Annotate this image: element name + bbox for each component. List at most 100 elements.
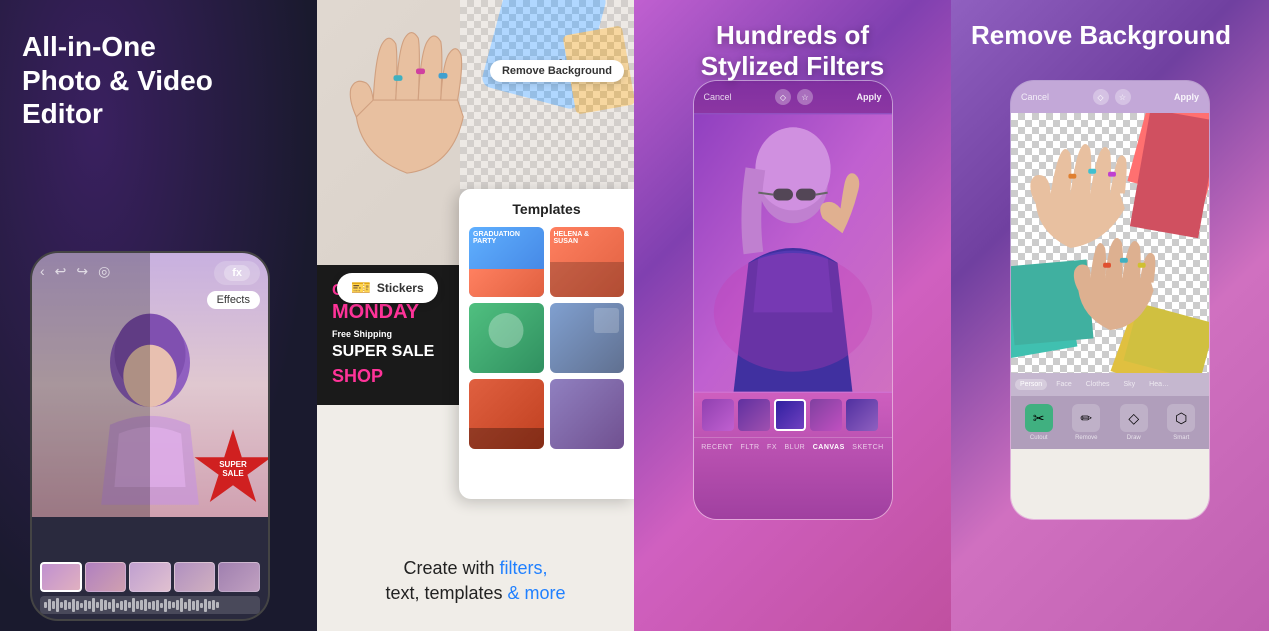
action-draw[interactable]: ◇ Draw: [1120, 404, 1148, 441]
panel4-diamond-icon[interactable]: ◇: [1093, 89, 1109, 105]
template-item[interactable]: [469, 379, 544, 449]
action-cutout[interactable]: ✂ Cutout: [1025, 404, 1053, 441]
waveform-bar: [128, 602, 131, 608]
filter-recent[interactable]: RECENT: [701, 444, 733, 451]
audio-waveform: [40, 596, 260, 614]
panel3-main-image: [694, 113, 892, 393]
waveform-bar: [68, 602, 71, 609]
panel4-phone-inner: Cancel ◇ ☆ Apply: [1011, 81, 1209, 519]
waveform-bar: [156, 600, 159, 611]
waveform-bar: [96, 602, 99, 608]
panel3-apply[interactable]: Apply: [856, 92, 881, 102]
cutout-label: Cutout: [1030, 435, 1048, 441]
filter-canvas[interactable]: CANVAS: [813, 444, 845, 451]
effects-label: Effects: [207, 291, 260, 309]
category-face[interactable]: Face: [1051, 379, 1077, 390]
panel-remove-bg: Remove Background Cancel ◇ ☆ Apply: [951, 0, 1269, 631]
filter-fx[interactable]: FX: [767, 444, 777, 451]
template-item[interactable]: [550, 379, 625, 449]
filter-blur[interactable]: BLUR: [785, 444, 806, 451]
panel4-apply[interactable]: Apply: [1174, 92, 1199, 102]
waveform-bar: [108, 602, 111, 609]
panel2-bottom-text: Create with filters, text, templates & m…: [317, 556, 634, 606]
category-hair[interactable]: Hea…: [1144, 379, 1174, 390]
panel4-action-bar: ✂ Cutout ✏ Remove ◇ Draw ⬡ Smart: [1011, 396, 1209, 449]
waveform-bar: [184, 602, 187, 609]
panel3-thumb[interactable]: [846, 399, 878, 431]
category-clothes[interactable]: Clothes: [1081, 379, 1115, 390]
waveform-bar: [168, 601, 171, 609]
action-remove[interactable]: ✏ Remove: [1072, 404, 1100, 441]
draw-icon[interactable]: ◇: [1120, 404, 1148, 432]
thumbnail-3[interactable]: [129, 562, 171, 592]
panel3-thumb[interactable]: [738, 399, 770, 431]
bottom-main-text: Create with filters,: [337, 556, 614, 581]
panel4-cancel[interactable]: Cancel: [1021, 92, 1049, 102]
hand-icon: [337, 10, 477, 190]
panel1-timeline: [32, 562, 268, 614]
template-item[interactable]: [469, 303, 544, 373]
woman-silhouette: [694, 113, 892, 393]
panel3-woman-photo: [694, 113, 892, 393]
undo-icon: ↩: [55, 263, 67, 280]
waveform-bar: [136, 601, 139, 609]
panel4-title: Remove Background: [971, 20, 1231, 51]
filter-fltr[interactable]: FLTR: [741, 444, 760, 451]
panel4-phone: Cancel ◇ ☆ Apply: [1010, 80, 1210, 520]
smart-icon[interactable]: ⬡: [1167, 404, 1195, 432]
panel1-phone: ‹ ↩ ↪ ◎ fx Effects SUPERSALE: [30, 251, 270, 621]
waveform-bar: [204, 599, 207, 612]
action-smart[interactable]: ⬡ Smart: [1167, 404, 1195, 441]
waveform-bar: [120, 601, 123, 610]
waveform-bar: [164, 599, 167, 612]
highlight-filters: filters,: [500, 558, 548, 578]
waveform-bar: [48, 599, 51, 611]
filter-bar: RECENT FLTR FX BLUR CANVAS SKETCH: [694, 437, 892, 457]
panel-editor: All-in-One Photo & Video Editor: [0, 0, 317, 631]
category-sky[interactable]: Sky: [1118, 379, 1140, 390]
thumbnail-4[interactable]: [174, 562, 216, 592]
thumbnail-5[interactable]: [218, 562, 260, 592]
panel3-thumb-active[interactable]: [774, 399, 806, 431]
panel3-thumb[interactable]: [810, 399, 842, 431]
remove-icon[interactable]: ✏: [1072, 404, 1100, 432]
thumbnail-2[interactable]: [85, 562, 127, 592]
waveform-bar: [132, 598, 135, 612]
monday-text: Monday: [332, 301, 419, 324]
highlight-more: & more: [508, 583, 566, 603]
template-item[interactable]: [550, 303, 625, 373]
waveform-bar: [104, 600, 107, 610]
panel3-phone: Cancel ◇ ☆ Apply: [693, 80, 893, 520]
waveform-bar: [52, 601, 55, 609]
waveform-bar: [212, 600, 215, 610]
template-item[interactable]: Helena &Susan: [550, 227, 625, 297]
waveform-bar: [188, 599, 191, 611]
templates-title: Templates: [469, 201, 624, 217]
thumbnail-strip: [40, 562, 260, 592]
waveform-bar: [152, 601, 155, 610]
waveform-bar: [216, 602, 219, 608]
panel3-icons: ◇ ☆: [775, 89, 813, 105]
panel4-star-icon[interactable]: ☆: [1115, 89, 1131, 105]
panel4-category-bar: Person Face Clothes Sky Hea…: [1011, 373, 1209, 396]
panel4-topbar: Cancel ◇ ☆ Apply: [1011, 81, 1209, 113]
template-item[interactable]: GraduationParty: [469, 227, 544, 297]
waveform-bar: [208, 601, 211, 609]
panel-templates: ✛ Remove Background CYBER Monday Free Sh…: [317, 0, 634, 631]
waveform-bar: [92, 598, 95, 612]
waveform-bar: [44, 602, 47, 608]
stickers-bubble: 🎫 Stickers: [337, 273, 438, 303]
panel3-phone-inner: Cancel ◇ ☆ Apply: [694, 81, 892, 519]
cutout-icon[interactable]: ✂: [1025, 404, 1053, 432]
star-icon[interactable]: ☆: [797, 89, 813, 105]
diamond-icon[interactable]: ◇: [775, 89, 791, 105]
panel3-cancel[interactable]: Cancel: [704, 92, 732, 102]
thumbnail-1[interactable]: [40, 562, 82, 592]
panel-filters: Hundreds of Stylized Filters Cancel ◇ ☆ …: [634, 0, 951, 631]
sticker-icon: 🎫: [351, 278, 371, 298]
filter-sketch[interactable]: SKETCH: [852, 444, 883, 451]
fx-badge[interactable]: fx: [224, 265, 250, 281]
template-label: GraduationParty: [473, 231, 520, 245]
category-person[interactable]: Person: [1015, 379, 1047, 390]
panel3-thumb[interactable]: [702, 399, 734, 431]
